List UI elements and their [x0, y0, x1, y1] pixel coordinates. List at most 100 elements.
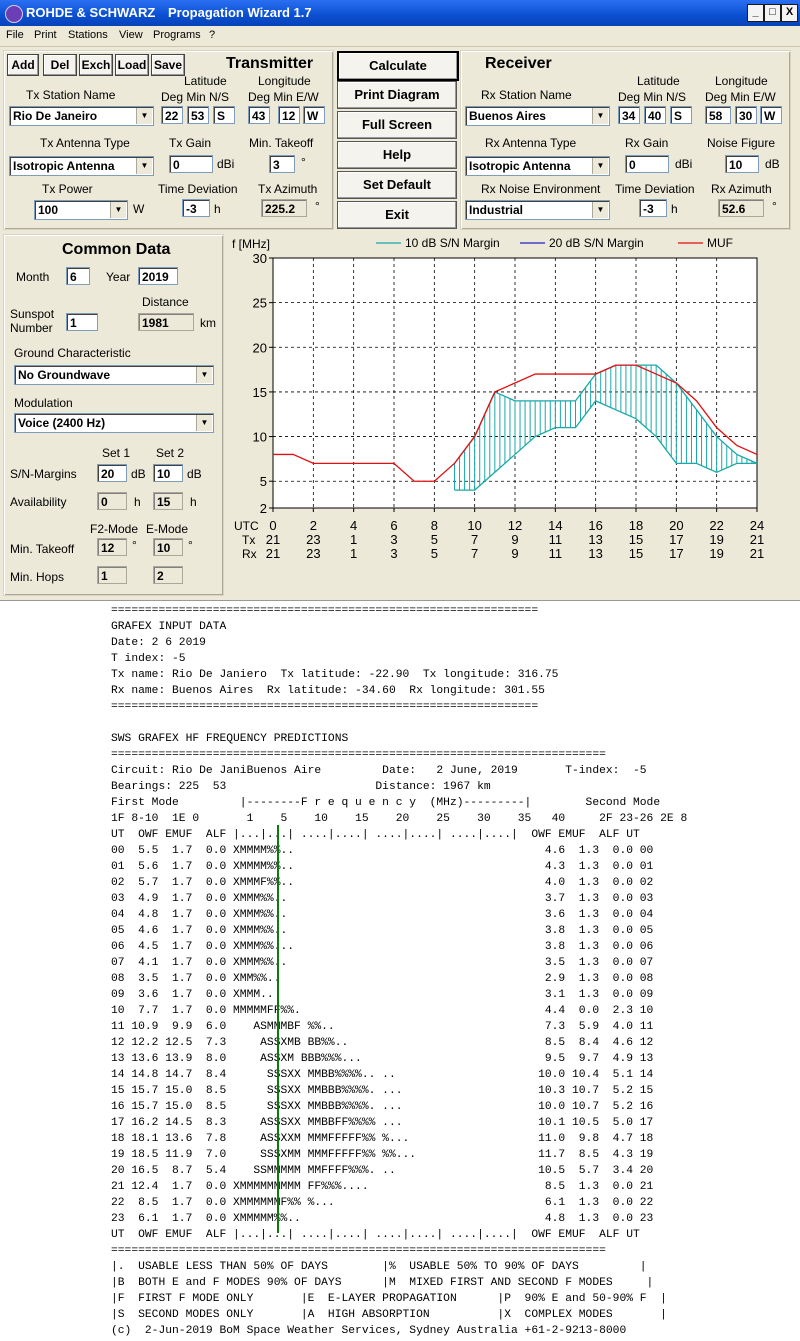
rx-lon-ew-input[interactable]: W — [760, 106, 782, 124]
tx-timedev-input[interactable]: -3 — [182, 199, 210, 217]
distance-label: Distance — [142, 295, 189, 309]
report-line: 14 14.8 14.7 8.4 SSSXX MMBB%%%%.. .. 10.… — [111, 1069, 654, 1081]
full-screen-button[interactable]: Full Screen — [337, 111, 457, 139]
rx-lon-min-input[interactable]: 30 — [735, 106, 757, 124]
tx-tick-label: 7 — [471, 532, 478, 547]
app-logo-icon — [5, 5, 23, 23]
tx-azimuth-unit: ° — [315, 199, 320, 213]
availability-label: Availability — [10, 495, 67, 509]
report-line: 16 15.7 15.0 8.5 SSSXX MMBBB%%%%. ... 10… — [111, 1101, 654, 1113]
rx-lat-min-input[interactable]: 40 — [644, 106, 666, 124]
chevron-down-icon[interactable]: ▼ — [136, 158, 152, 174]
delete-button[interactable]: Del — [43, 54, 77, 76]
rx-timedev-input[interactable]: -3 — [639, 199, 667, 217]
rx-timedev-unit: h — [671, 202, 678, 216]
report-line: UT OWF EMUF ALF |...|...| ....|....| ...… — [111, 829, 640, 841]
month-input[interactable]: 6 — [66, 267, 90, 285]
rx-longitude-label: Longitude — [715, 74, 768, 88]
menu-file[interactable]: File — [6, 29, 24, 41]
rx-env-select[interactable]: Industrial ▼ — [465, 200, 610, 220]
rx-latitude-label: Latitude — [637, 74, 680, 88]
takeoff-e-value: 10 — [153, 538, 183, 556]
menu-programs[interactable]: Programs — [153, 29, 201, 41]
report-line: 17 16.2 14.5 8.3 ASSSXX MMBBFF%%%% ... 1… — [111, 1117, 654, 1129]
report-line: GRAFEX INPUT DATA — [111, 621, 227, 633]
x-row-label: UTC — [234, 519, 259, 533]
chevron-down-icon[interactable]: ▼ — [110, 202, 126, 218]
rx-station-label: Rx Station Name — [481, 88, 572, 102]
tx-latitude-label: Latitude — [184, 74, 227, 88]
chevron-down-icon[interactable]: ▼ — [196, 367, 212, 383]
save-button[interactable]: Save — [151, 54, 185, 76]
tx-tick-label: 13 — [588, 532, 602, 547]
modulation-select[interactable]: Voice (2400 Hz) ▼ — [14, 413, 214, 433]
availability-set2: 15 — [153, 492, 183, 510]
tx-station-select[interactable]: Rio De Janeiro ▼ — [9, 106, 154, 126]
minimize-button[interactable]: _ — [747, 4, 764, 22]
tx-antenna-select[interactable]: Isotropic Antenna ▼ — [9, 156, 154, 176]
tx-lat-deg-input[interactable]: 22 — [161, 106, 183, 124]
tx-lon-ew-input[interactable]: W — [303, 106, 325, 124]
chevron-down-icon[interactable]: ▼ — [136, 108, 152, 124]
report-line: Circuit: Rio De JaniBuenos Aire Date: 2 … — [111, 765, 647, 777]
add-button[interactable]: Add — [7, 54, 39, 76]
load-button[interactable]: Load — [115, 54, 149, 76]
tx-lon-min-input[interactable]: 12 — [278, 106, 300, 124]
main-window: ROHDE & SCHWARZ Propagation Wizard 1.7 _… — [0, 0, 800, 600]
chevron-down-icon[interactable]: ▼ — [592, 108, 608, 124]
tx-tick-label: 21 — [750, 532, 764, 547]
tx-lon-deg-input[interactable]: 43 — [248, 106, 270, 124]
rx-lat-deg-input[interactable]: 34 — [618, 106, 640, 124]
rx-tick-label: 5 — [431, 546, 438, 561]
month-label: Month — [16, 270, 50, 284]
chevron-down-icon[interactable]: ▼ — [592, 158, 608, 174]
menu-view[interactable]: View — [119, 29, 143, 41]
propagation-chart: 2 5 10 15 20 25 30 f [MHz] 10 dB S/N Margin 20 dB… — [228, 234, 794, 594]
tx-timedev-label: Time Deviation — [158, 182, 238, 196]
exchange-button[interactable]: Exch — [79, 54, 113, 76]
tx-power-select[interactable]: 100 ▼ — [34, 200, 128, 220]
report-line: 15 15.7 15.0 8.5 SSSXX MMBBB%%%%. ... 10… — [111, 1085, 654, 1097]
snm-set2-input[interactable]: 10 — [153, 464, 183, 482]
menu-print[interactable]: Print — [34, 29, 57, 41]
chevron-down-icon[interactable]: ▼ — [196, 415, 212, 431]
report-line: 20 16.5 8.7 5.4 SSMMMMM MMFFFF%%%. .. 10… — [111, 1165, 654, 1177]
print-diagram-button[interactable]: Print Diagram — [337, 81, 457, 109]
menu-bar: File Print Stations View Programs ? — [0, 26, 800, 47]
rx-antenna-select[interactable]: Isotropic Antenna ▼ — [465, 156, 610, 176]
rx-station-select[interactable]: Buenos Aires ▼ — [465, 106, 610, 126]
report-line: Bearings: 225 53 Distance: 1967 km — [111, 781, 491, 793]
menu-help[interactable]: ? — [209, 29, 215, 41]
snm-set1-input[interactable]: 20 — [97, 464, 127, 482]
report-line: 11 10.9 9.9 6.0 ASMMMBF %%.. 7.3 5.9 4.0… — [111, 1021, 654, 1033]
chevron-down-icon[interactable]: ▼ — [592, 202, 608, 218]
tx-lat-ns-input[interactable]: S — [213, 106, 235, 124]
availability-set2-unit: h — [190, 495, 197, 509]
close-button[interactable]: X — [781, 4, 798, 22]
rx-gain-input[interactable]: 0 — [625, 155, 669, 173]
rx-lon-deg-input[interactable]: 58 — [705, 106, 731, 124]
distance-value: 1981 — [138, 313, 194, 331]
set-default-button[interactable]: Set Default — [337, 171, 457, 199]
tx-tick-label: 17 — [669, 532, 683, 547]
calculate-button[interactable]: Calculate — [337, 51, 459, 81]
snm-set2-unit: dB — [187, 467, 202, 481]
maximize-button[interactable]: □ — [764, 4, 781, 22]
takeoff-e-unit: ° — [188, 538, 193, 552]
year-input[interactable]: 2019 — [138, 267, 178, 285]
ground-select[interactable]: No Groundwave ▼ — [14, 365, 214, 385]
tx-gain-input[interactable]: 0 — [169, 155, 213, 173]
rx-azimuth-label: Rx Azimuth — [711, 182, 772, 196]
rx-lat-ns-input[interactable]: S — [670, 106, 692, 124]
sunspot-label-1: Sunspot — [10, 307, 55, 321]
rx-noise-input[interactable]: 10 — [725, 155, 759, 173]
menu-stations[interactable]: Stations — [68, 29, 108, 41]
help-button[interactable]: Help — [337, 141, 457, 169]
tx-longitude-label: Longitude — [258, 74, 311, 88]
exit-button[interactable]: Exit — [337, 201, 457, 229]
sunspot-input[interactable]: 1 — [66, 313, 98, 331]
tx-takeoff-input[interactable]: 3 — [269, 155, 295, 173]
tx-lat-min-input[interactable]: 53 — [187, 106, 209, 124]
ground-value: No Groundwave — [18, 368, 111, 382]
takeoff-f2-value: 12 — [97, 538, 127, 556]
